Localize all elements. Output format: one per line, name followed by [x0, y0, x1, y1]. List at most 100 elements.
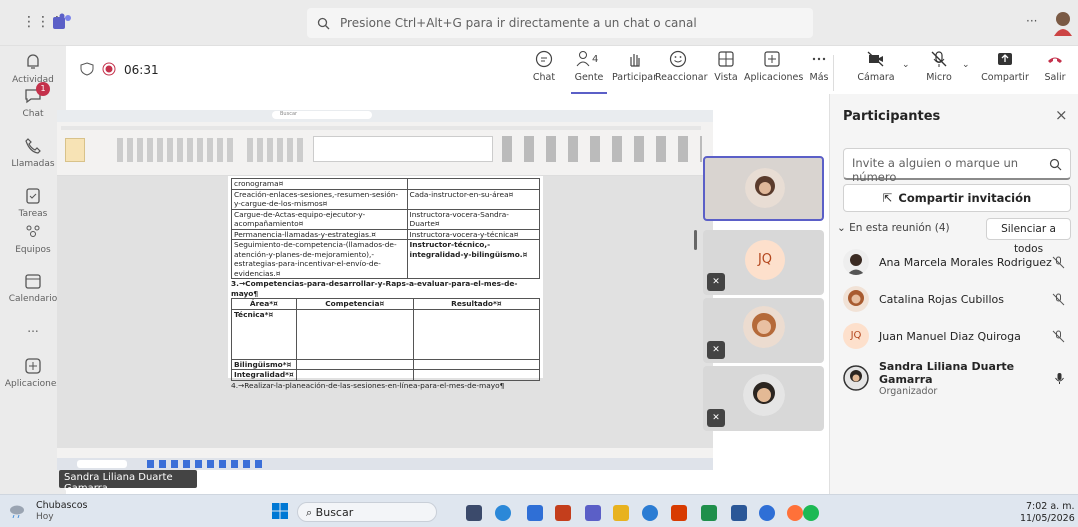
rail-label: Calendario — [8, 294, 58, 304]
close-icon[interactable]: × — [1055, 106, 1068, 124]
participant-photo-icon — [743, 374, 785, 416]
chat-button[interactable]: Chat — [527, 50, 561, 83]
task-view-icon[interactable] — [466, 505, 482, 521]
camera-options-chevron-icon[interactable]: ⌄ — [902, 60, 910, 70]
chrome-icon[interactable] — [642, 505, 658, 521]
profile-avatar-icon — [1054, 12, 1072, 36]
taskbar-date[interactable]: 11/05/2026 — [1020, 513, 1075, 524]
video-tile[interactable] — [703, 156, 824, 221]
share-button[interactable]: Compartir — [980, 50, 1030, 83]
file-explorer-icon[interactable] — [613, 505, 629, 521]
table-cell: Instructora-vocera-y-técnica¤ — [406, 228, 541, 240]
table-header: Resultado*¤ — [412, 298, 541, 310]
video-tile[interactable]: JQ ✕ — [703, 230, 824, 295]
shared-search-box — [77, 460, 127, 468]
ribbon-tabs — [61, 126, 701, 130]
paste-icon — [65, 138, 85, 162]
table-cell: Instructor-técnico,-integralidad-y-bilin… — [406, 239, 541, 279]
table-header: Área*¤ — [231, 298, 297, 310]
table-cell — [295, 369, 414, 381]
search-icon: ⌕ — [306, 506, 316, 519]
more-icon: ... — [27, 321, 39, 335]
table-cell: Técnica*¤ — [231, 308, 297, 360]
mic-button[interactable]: Micro — [922, 50, 956, 83]
scrollbar[interactable] — [694, 230, 697, 250]
windows-start-icon[interactable] — [272, 503, 288, 519]
participant-avatar-icon — [843, 365, 869, 391]
participant-row[interactable]: Catalina Rojas Cubillos — [843, 283, 1071, 315]
taskbar-search[interactable]: ⌕ Buscar — [297, 502, 437, 522]
edge-icon[interactable] — [495, 505, 511, 521]
search-placeholder: Presione Ctrl+Alt+G para ir directamente… — [340, 16, 697, 30]
rail-label: Llamadas — [11, 159, 55, 169]
share-invite-button[interactable]: ⇱ Compartir invitación — [843, 184, 1071, 212]
apps-button[interactable]: Aplicaciones — [744, 50, 803, 83]
participant-row[interactable]: JQ Juan Manuel Diaz Quiroga — [843, 320, 1071, 352]
table-cell — [412, 369, 541, 381]
table-row: cronograma¤ — [231, 178, 541, 190]
recording-icon — [102, 62, 116, 76]
people-button[interactable]: 4 Gente — [571, 50, 607, 94]
more-actions-button[interactable]: Más — [808, 50, 830, 83]
rail-label: Equipos — [15, 245, 51, 255]
mute-all-button[interactable]: Silenciar a todos — [986, 218, 1071, 255]
tasks-icon — [26, 188, 40, 204]
table-header: Competencia¤ — [295, 298, 414, 310]
camera-label: Cámara — [857, 72, 895, 83]
smile-icon — [669, 50, 687, 68]
word-titlebar: Buscar — [57, 110, 713, 122]
mic-off-icon — [1052, 256, 1065, 268]
firefox-icon[interactable] — [787, 505, 803, 521]
participant-row[interactable]: Ana Marcela Morales Rodriguez — [843, 246, 1071, 278]
chevron-down-icon: ⌄ — [837, 222, 850, 234]
excel-icon[interactable] — [701, 505, 717, 521]
muted-mic-icon: ✕ — [707, 409, 725, 427]
invite-input[interactable]: Invite a alguien o marque un número — [843, 148, 1071, 184]
participant-name: Sandra Liliana Duarte Gamarra — [879, 359, 1015, 386]
shared-taskbar-apps — [147, 460, 267, 468]
font-group — [117, 138, 237, 162]
participant-row[interactable]: Sandra Liliana Duarte Gamarra Organizado… — [843, 358, 1071, 398]
in-meeting-toggle[interactable]: ⌄ En esta reunión (4) — [837, 222, 950, 234]
outlook-icon[interactable] — [759, 505, 775, 521]
view-button[interactable]: Vista — [712, 50, 740, 83]
spotify-icon[interactable] — [803, 505, 819, 521]
react-button[interactable]: Reaccionar — [655, 50, 708, 83]
video-tile[interactable]: ✕ — [703, 366, 824, 431]
more-options-icon[interactable]: ··· — [1026, 14, 1037, 28]
store-icon[interactable] — [527, 505, 543, 521]
table-cell: Seguimiento-de-competencia-(llamados-de-… — [231, 239, 408, 279]
table-row: Creación-enlaces-sesiones,-resumen-sesió… — [231, 188, 541, 210]
camera-button[interactable]: Cámara — [856, 50, 896, 83]
rail-item-activity[interactable]: Actividad — [0, 52, 66, 85]
table-cell: cronograma¤ — [231, 178, 408, 190]
taskbar-time[interactable]: 7:02 a. m. — [1026, 501, 1075, 512]
leave-button[interactable]: Salir — [1040, 50, 1070, 83]
table-cell: Instructora-vocera-Sandra-Duarte¤ — [406, 208, 541, 230]
search-icon — [1049, 158, 1062, 171]
video-tile[interactable]: ✕ — [703, 298, 824, 363]
participant-name: Ana Marcela Morales Rodriguez — [879, 255, 1052, 269]
search-input[interactable]: Presione Ctrl+Alt+G para ir directamente… — [307, 8, 813, 38]
table-cell — [406, 178, 541, 190]
participant-role: Organizador — [879, 385, 938, 397]
word-icon[interactable] — [731, 505, 747, 521]
hang-up-icon — [1048, 57, 1062, 63]
mic-label: Micro — [926, 72, 952, 83]
weather-label[interactable]: Chubascos — [36, 500, 87, 511]
chat-bubble-icon — [535, 50, 553, 68]
calendar-icon — [25, 274, 41, 289]
title-bar: ⋮⋮⋮ Presione Ctrl+Alt+G para ir directam… — [0, 0, 1078, 46]
document-page[interactable]: cronograma¤ Creación-enlaces-sesiones,-r… — [228, 176, 543, 390]
user-avatar[interactable] — [1052, 10, 1074, 36]
office-icon[interactable] — [671, 505, 687, 521]
section-heading: 3.→Competencias-para-desarrollar-y-Raps-… — [231, 279, 518, 298]
mic-options-chevron-icon[interactable]: ⌄ — [962, 60, 970, 70]
search-icon — [317, 17, 330, 29]
teams-taskbar-icon[interactable] — [585, 505, 601, 521]
rail-label: Chat — [22, 109, 44, 119]
powerpoint-icon[interactable] — [555, 505, 571, 521]
raise-hand-button[interactable]: Participar — [612, 50, 657, 83]
competencies-table: Área*¤ Competencia¤ Resultado*¤ Técnica*¤ … — [231, 298, 541, 381]
muted-mic-icon: ✕ — [707, 273, 725, 291]
